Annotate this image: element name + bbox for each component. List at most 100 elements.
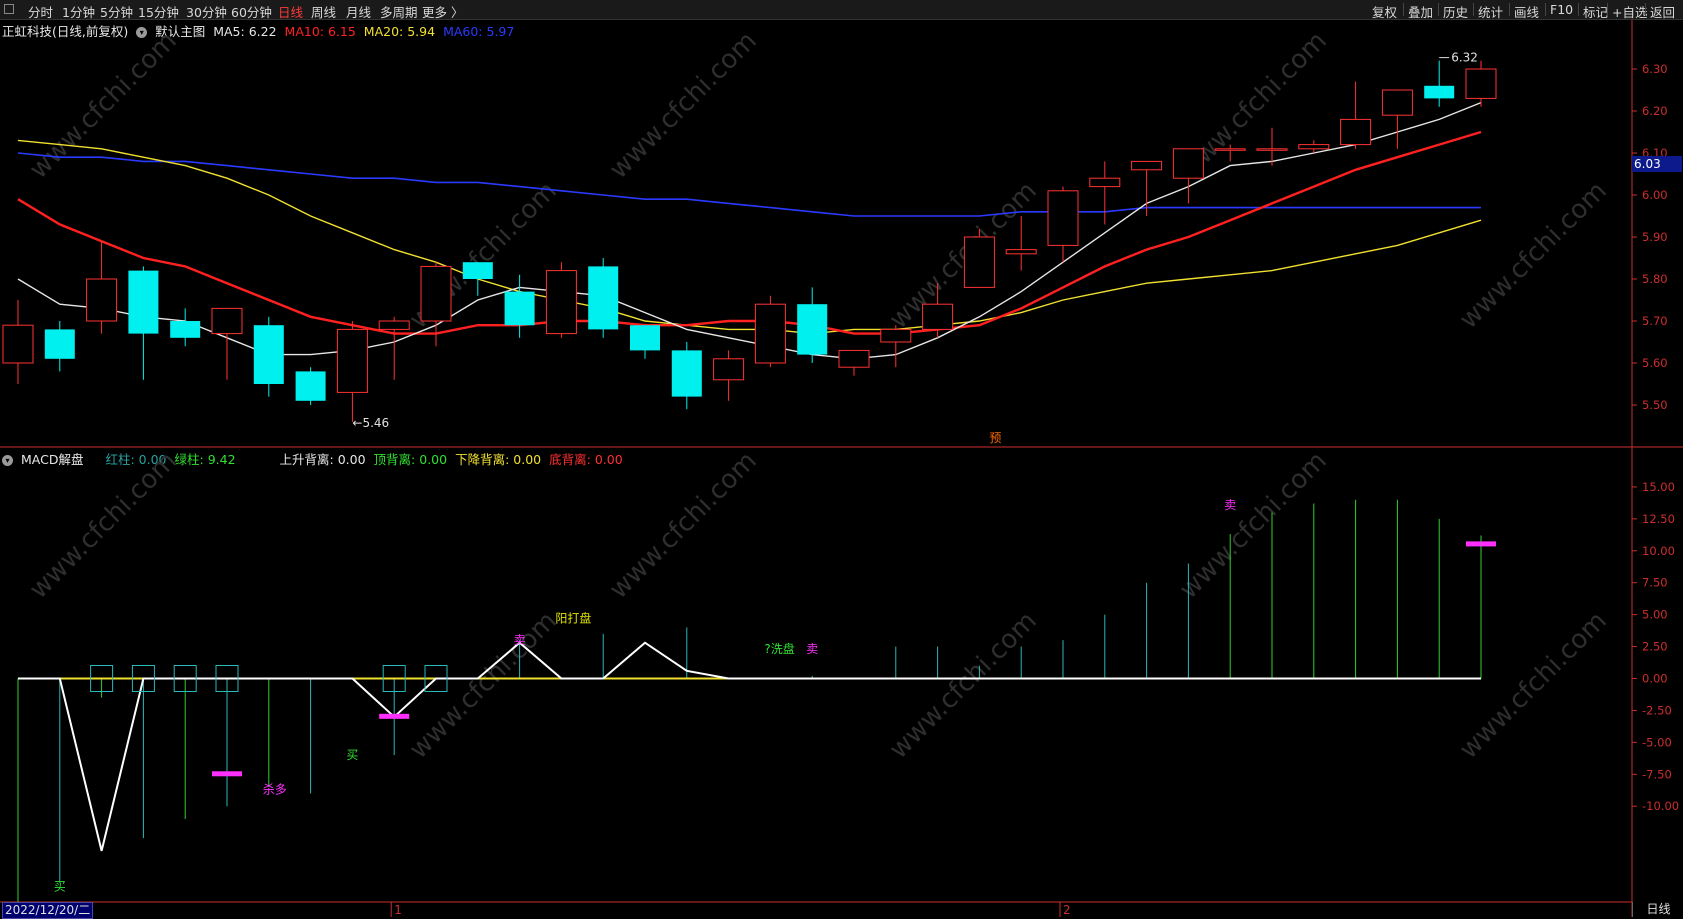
- candle-body: [378, 320, 410, 330]
- watermark-text: www.cfchi.com: [1454, 176, 1613, 335]
- macd-tick-label: 5.00: [1642, 608, 1668, 622]
- chart-annotations: 6.32←5.46预买买杀多卖阳打盘?洗盘 卖卖1 2: [54, 51, 1478, 917]
- candle: [1381, 89, 1413, 149]
- candle-body: [880, 328, 912, 343]
- candle: [295, 367, 326, 405]
- low-marker-label: ←5.46: [352, 416, 389, 430]
- last-price-tag: 6.03: [1632, 156, 1682, 172]
- macd-annotation: 杀多: [263, 782, 287, 797]
- candle-body: [1089, 177, 1121, 188]
- crosshair-date: 2022/12/20/二: [2, 902, 94, 919]
- candle: [1424, 60, 1455, 107]
- watermark-text: www.cfchi.com: [884, 176, 1043, 335]
- candle-body: [1047, 190, 1079, 246]
- candle-body: [462, 262, 493, 279]
- macd-series: [17, 499, 1496, 902]
- candle-body: [420, 265, 452, 322]
- candle: [545, 262, 577, 338]
- candle-body: [545, 270, 577, 335]
- candle: [170, 308, 201, 347]
- month-marker: 1: [394, 903, 402, 917]
- candle-body: [797, 304, 828, 355]
- macd-annotation: 卖: [1224, 498, 1236, 512]
- watermark-text: www.cfchi.com: [1454, 606, 1613, 765]
- macd-annotation: 阳打盘: [555, 610, 591, 625]
- macd-tick-label: -2.50: [1642, 703, 1672, 717]
- candle-body: [922, 303, 954, 330]
- candle-body: [44, 329, 75, 359]
- candle: [128, 266, 159, 380]
- macd-signal-line: [18, 641, 1481, 852]
- candle-body: [1298, 144, 1330, 150]
- watermark-text: www.cfchi.com: [604, 446, 763, 605]
- price-tick-label: 5.50: [1642, 398, 1668, 412]
- candle-body: [128, 270, 159, 334]
- macd-tick-label: 0.00: [1642, 672, 1668, 686]
- macd-tick-label: -5.00: [1642, 735, 1672, 749]
- candle: [2, 300, 34, 384]
- candle-body: [963, 236, 995, 288]
- month-marker: 2: [1063, 903, 1071, 917]
- macd-marker: [1466, 541, 1496, 547]
- high-marker-label: 6.32: [1451, 51, 1478, 65]
- candle: [253, 316, 284, 397]
- macd-tick-label: 15.00: [1642, 480, 1675, 494]
- candle-body: [838, 349, 870, 368]
- candle-body: [170, 321, 201, 338]
- candle-body: [1172, 148, 1204, 179]
- candle: [754, 295, 786, 368]
- candle-body: [2, 324, 34, 364]
- watermark-text: www.cfchi.com: [1174, 446, 1333, 605]
- macd-annotation: ?洗盘: [764, 641, 794, 656]
- candle: [588, 258, 619, 338]
- candle-body: [295, 371, 326, 401]
- period-label[interactable]: 日线: [1632, 902, 1683, 917]
- candle-body: [211, 307, 243, 335]
- price-tick-label: 5.60: [1642, 356, 1668, 370]
- candle-body: [1424, 85, 1455, 99]
- macd-annotation: 买: [346, 748, 358, 762]
- candle: [713, 350, 745, 401]
- candle-body: [1340, 118, 1372, 146]
- candle-body: [86, 278, 118, 322]
- candle-body: [1256, 148, 1288, 151]
- candle-body: [1381, 89, 1413, 116]
- ma20-line: [17, 139, 1482, 335]
- macd-tick-label: -10.00: [1642, 799, 1679, 813]
- macd-marker: [379, 713, 410, 719]
- candle: [797, 287, 828, 363]
- price-tick-label: 6.30: [1642, 62, 1668, 76]
- macd-annotation: 卖: [806, 642, 818, 656]
- candle: [880, 325, 912, 368]
- chart-canvas[interactable]: www.cfchi.com www.cfchi.com www.cfchi.com w…: [0, 0, 1683, 917]
- candle: [378, 316, 410, 380]
- candle: [838, 349, 870, 376]
- price-tick-label: 6.20: [1642, 104, 1668, 118]
- candle-body: [253, 325, 284, 384]
- candle: [963, 228, 995, 288]
- candle: [1340, 81, 1372, 149]
- price-tick-label: 6.00: [1642, 188, 1668, 202]
- macd-tick-label: 2.50: [1642, 640, 1668, 654]
- candle: [211, 307, 243, 380]
- candle: [1172, 148, 1204, 204]
- price-tick-label: 5.90: [1642, 230, 1668, 244]
- macd-marker: [212, 771, 242, 777]
- candle: [1047, 186, 1079, 263]
- pre-marker: 预: [989, 431, 1001, 445]
- candle-body: [336, 328, 368, 393]
- macd-annotation: 卖: [514, 633, 526, 647]
- price-tick-label: 5.70: [1642, 314, 1668, 328]
- chart-frame: [0, 20, 1683, 917]
- candle: [504, 274, 535, 338]
- macd-tick-label: -7.50: [1642, 767, 1672, 781]
- candle-body: [504, 291, 535, 326]
- candle: [1465, 60, 1497, 107]
- candle: [44, 321, 75, 372]
- candle: [86, 241, 118, 334]
- macd-tick-label: 10.00: [1642, 544, 1675, 558]
- candle: [336, 321, 368, 422]
- watermark-text: www.cfchi.com: [604, 26, 763, 185]
- candle-body: [630, 325, 660, 351]
- macd-tick-label: 12.50: [1642, 512, 1675, 526]
